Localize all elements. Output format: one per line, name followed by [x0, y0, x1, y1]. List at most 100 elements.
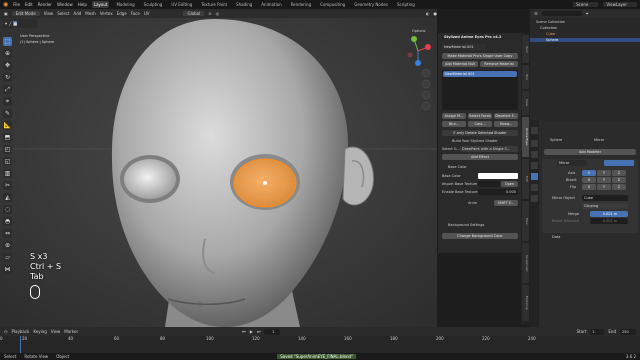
- tab-compositing[interactable]: Compositing: [318, 1, 347, 8]
- rip-icon[interactable]: ⋈: [3, 265, 12, 274]
- material-tab-icon[interactable]: [531, 195, 538, 202]
- assign-button[interactable]: Assign M...: [442, 113, 466, 119]
- base-color-section[interactable]: Base Color: [448, 165, 467, 169]
- bisect-x-toggle[interactable]: X: [582, 177, 596, 183]
- cast-toggle[interactable]: Cast...: [468, 121, 492, 127]
- end-frame-field[interactable]: 250: [620, 328, 636, 335]
- knife-icon[interactable]: ✂: [3, 181, 12, 190]
- uv-menu[interactable]: UV: [144, 11, 150, 16]
- playback-menu[interactable]: Playback: [12, 329, 30, 334]
- face-select-icon[interactable]: ■: [13, 21, 18, 26]
- change-bg-color-button[interactable]: Change Background Color: [442, 233, 518, 239]
- vertex-select-icon[interactable]: ⦁: [5, 21, 7, 26]
- measure-icon[interactable]: 📐: [3, 121, 12, 130]
- bisect-z-toggle[interactable]: Z: [612, 177, 626, 183]
- blur-button[interactable]: Blur...: [442, 121, 466, 127]
- shading-icon[interactable]: ●: [434, 11, 438, 16]
- modifier-visibility-toggles[interactable]: [604, 160, 634, 166]
- tab-sculpting[interactable]: Sculpting: [142, 1, 165, 8]
- axis-x-toggle[interactable]: X: [582, 170, 596, 176]
- face-menu[interactable]: Face: [131, 11, 140, 16]
- options-menu[interactable]: Options: [412, 29, 426, 33]
- menu-edit[interactable]: Edit: [25, 2, 33, 7]
- enable-texture-field[interactable]: 0.000: [478, 189, 518, 195]
- edge-select-icon[interactable]: ╱: [9, 21, 11, 26]
- outliner-item-sphere[interactable]: Sphere: [530, 38, 640, 42]
- frame-ruler[interactable]: 0 20 40 60 80 100 120 140 160 180 200 22…: [0, 336, 640, 344]
- view-menu[interactable]: View: [44, 11, 54, 16]
- shear-icon[interactable]: ▱: [3, 253, 12, 262]
- tab-edit[interactable]: Edit: [522, 159, 529, 199]
- tab-tool[interactable]: Tool: [522, 65, 529, 89]
- data-subpanel[interactable]: Data: [552, 235, 560, 239]
- material-list-item[interactable]: NewMaterial.001: [443, 71, 517, 77]
- tab-geometry-nodes[interactable]: Geometry Nodes: [352, 1, 390, 8]
- scale-icon[interactable]: ⤢: [3, 85, 12, 94]
- playhead[interactable]: [20, 336, 21, 354]
- cursor-icon[interactable]: ⊕: [3, 49, 12, 58]
- tab-uv-editing[interactable]: UV Editing: [169, 1, 194, 8]
- bisect-distance-field[interactable]: 0.001 m: [590, 218, 628, 224]
- object-tab-icon[interactable]: [531, 162, 538, 169]
- select-dropdown[interactable]: DrawPaint with a Single C...: [460, 146, 518, 152]
- proportional-icon[interactable]: ◎: [216, 11, 220, 16]
- remove-material-button[interactable]: Remove Material: [480, 61, 518, 67]
- tool-tab-icon[interactable]: [531, 127, 538, 134]
- axis-y-toggle[interactable]: Y: [597, 170, 611, 176]
- background-section[interactable]: Background Settings: [448, 223, 484, 227]
- tab-screencast[interactable]: Screencast: [522, 243, 529, 283]
- tab-scripting[interactable]: Scripting: [395, 1, 417, 8]
- jump-start-icon[interactable]: ⏮: [242, 329, 246, 334]
- tab-modeling[interactable]: Modeling: [522, 285, 529, 321]
- start-frame-field[interactable]: 1: [590, 328, 605, 335]
- clipping-checkbox[interactable]: Clipping: [582, 203, 628, 209]
- camera-icon[interactable]: [421, 90, 431, 100]
- viewport-3d[interactable]: ▣ Edit Mode View Select Add Mesh Vertex …: [0, 9, 437, 327]
- add-effect-button[interactable]: Add Effect: [442, 154, 518, 160]
- shift-button[interactable]: SHIFT E...: [494, 200, 518, 206]
- marker-menu[interactable]: Marker: [64, 329, 78, 334]
- outliner-item-cube[interactable]: Cube: [530, 30, 640, 36]
- material-list[interactable]: NewMaterial.001: [442, 70, 518, 110]
- scene-selector[interactable]: Scene: [573, 2, 599, 7]
- edge-menu[interactable]: Edge: [117, 11, 127, 16]
- keying-menu[interactable]: Keying: [33, 329, 46, 334]
- grid-icon[interactable]: [421, 101, 431, 111]
- overlay-icon[interactable]: ◐: [426, 11, 430, 16]
- mirror-object-field[interactable]: Cube: [582, 195, 628, 201]
- current-frame-field[interactable]: 1: [264, 328, 281, 335]
- inset-icon[interactable]: ◰: [3, 145, 12, 154]
- add-menu[interactable]: Add: [74, 11, 82, 16]
- tab-animation[interactable]: Animation: [259, 1, 283, 8]
- deselect-faces-button[interactable]: Deselect F...: [494, 113, 518, 119]
- tab-item[interactable]: Item: [522, 35, 529, 63]
- tab-shading[interactable]: Shading: [234, 1, 254, 8]
- axis-z-toggle[interactable]: Z: [612, 170, 626, 176]
- poly-build-icon[interactable]: ◭: [3, 193, 12, 202]
- rotate-icon[interactable]: ↻: [3, 73, 12, 82]
- edge-slide-icon[interactable]: ⇔: [3, 229, 12, 238]
- open-button[interactable]: Open: [501, 181, 518, 187]
- material-name-field[interactable]: NewMaterial.001: [442, 44, 486, 50]
- base-texture-field[interactable]: [478, 181, 500, 187]
- shrink-icon[interactable]: ⊛: [3, 241, 12, 250]
- move-icon[interactable]: ✥: [3, 61, 12, 70]
- outliner-type-icon[interactable]: ☰: [534, 11, 538, 16]
- zoom-icon[interactable]: [421, 68, 431, 78]
- tab-anime-eyes[interactable]: Anime Eyes: [522, 117, 529, 157]
- outliner-search[interactable]: [541, 11, 582, 16]
- tab-view[interactable]: View: [522, 91, 529, 115]
- tab-rendering[interactable]: Rendering: [289, 1, 313, 8]
- timeline-type-icon[interactable]: ◷: [4, 329, 8, 334]
- bisect-y-toggle[interactable]: Y: [597, 177, 611, 183]
- show-toggle[interactable]: Show...: [494, 121, 518, 127]
- mesh-menu[interactable]: Mesh: [85, 11, 96, 16]
- tab-layout[interactable]: Layout: [91, 1, 110, 8]
- tab-modeling[interactable]: Modeling: [114, 1, 136, 8]
- mode-select[interactable]: Edit Mode: [11, 11, 40, 16]
- editor-type-icon[interactable]: ▣: [4, 11, 8, 16]
- transform-orientation[interactable]: Global: [183, 11, 205, 16]
- select-menu[interactable]: Select: [57, 11, 69, 16]
- annotate-icon[interactable]: ✎: [3, 109, 12, 118]
- delete-shader-button[interactable]: F-only Delete Selected Shader: [442, 130, 518, 136]
